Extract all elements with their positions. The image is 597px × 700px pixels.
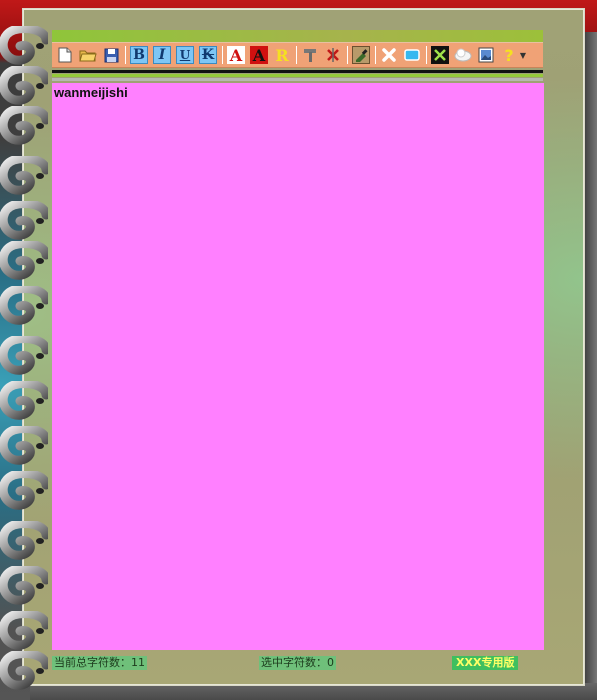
save-icon[interactable] <box>102 46 120 64</box>
cloud-icon[interactable] <box>454 46 472 64</box>
background-color-button[interactable]: A <box>250 46 268 65</box>
new-document-icon[interactable] <box>56 46 74 64</box>
tools-icon[interactable] <box>431 46 449 64</box>
text-editor-area[interactable]: wanmeijishi <box>52 83 544 650</box>
bold-button[interactable]: B <box>130 46 148 64</box>
selected-char-count: 选中字符数：0 <box>259 656 336 670</box>
spiral-ring-icon <box>0 103 51 145</box>
spiral-ring-icon <box>0 63 51 105</box>
spiral-ring-icon <box>0 23 51 65</box>
underline-button[interactable]: U <box>176 46 194 64</box>
highlight-button[interactable]: R <box>273 46 291 65</box>
page-shadow-right <box>583 32 597 700</box>
edition-badge: XXX专用版 <box>452 656 519 670</box>
edit-tool-icon[interactable] <box>352 46 370 64</box>
spiral-ring-icon <box>0 608 51 650</box>
spiral-ring-icon <box>0 238 51 280</box>
delete-icon[interactable] <box>324 46 342 64</box>
spiral-ring-icon <box>0 153 51 195</box>
toolbar-divider-dark <box>52 70 543 73</box>
hammer-icon[interactable] <box>301 46 319 64</box>
spiral-ring-icon <box>0 518 51 560</box>
spiral-ring-icon <box>0 333 51 375</box>
spiral-ring-icon <box>0 198 51 240</box>
close-icon[interactable] <box>380 46 398 64</box>
strikethrough-button[interactable]: K <box>199 46 217 64</box>
spiral-ring-icon <box>0 648 51 690</box>
spiral-ring-icon <box>0 423 51 465</box>
spiral-ring-icon <box>0 283 51 325</box>
toolbar-divider-green <box>52 74 543 77</box>
toolbar-separator <box>125 46 126 64</box>
toolbar-separator <box>426 46 427 64</box>
spiral-ring-icon <box>0 563 51 605</box>
toolbar-separator <box>375 46 376 64</box>
window-icon[interactable] <box>403 46 421 64</box>
help-icon[interactable]: ? <box>500 46 518 65</box>
editor-toolbar: B I U K A A R ? ▼ <box>52 42 543 68</box>
chevron-down-icon[interactable]: ▼ <box>519 46 527 64</box>
font-color-button[interactable]: A <box>227 46 245 65</box>
toolbar-separator <box>222 46 223 64</box>
spiral-ring-icon <box>0 378 51 420</box>
header-bar <box>52 30 543 42</box>
open-folder-icon[interactable] <box>79 46 97 64</box>
italic-button[interactable]: I <box>153 46 171 64</box>
total-char-count: 当前总字符数：11 <box>52 656 147 670</box>
spiral-ring-icon <box>0 468 51 510</box>
picture-icon[interactable] <box>477 46 495 64</box>
toolbar-separator <box>347 46 348 64</box>
toolbar-separator <box>296 46 297 64</box>
toolbar-divider-gray <box>52 78 543 81</box>
